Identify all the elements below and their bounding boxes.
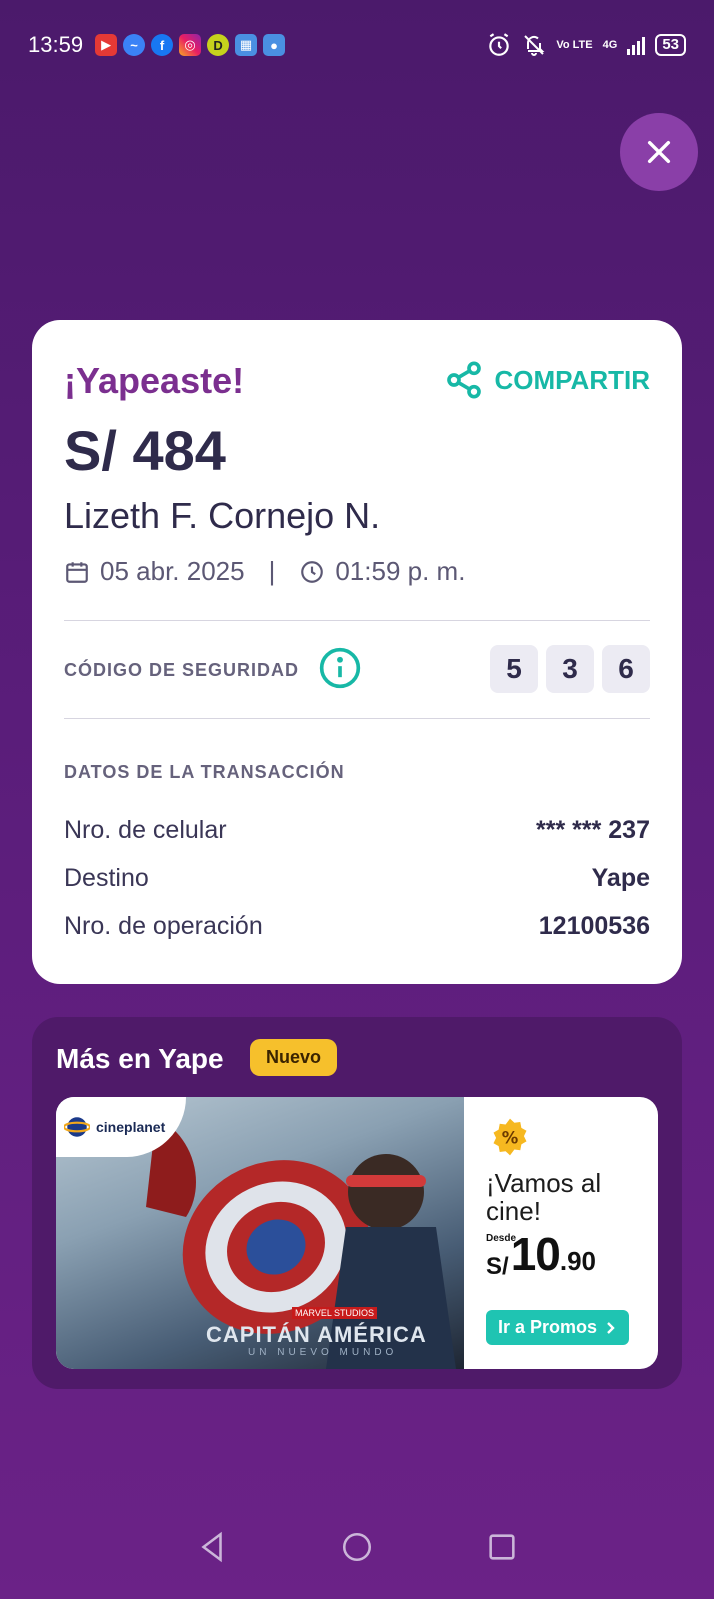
signal-icon [627,35,646,55]
detail-label: Nro. de operación [64,912,263,940]
receipt-card: ¡Yapeaste! COMPARTIR S/ 484 Lizeth F. Co… [32,320,682,984]
security-digit: 5 [490,645,538,693]
transaction-time: 01:59 p. m. [335,556,466,586]
info-icon[interactable] [318,646,362,695]
security-code: 5 3 6 [490,645,650,693]
close-icon [647,140,671,164]
divider [64,620,650,621]
cineplanet-icon [64,1117,90,1137]
home-icon[interactable] [340,1530,374,1564]
go-to-promos-button[interactable]: Ir a Promos [486,1310,630,1345]
price-decimal: .90 [559,1246,597,1276]
detail-value: Yape [591,864,650,892]
detail-label: Nro. de celular [64,816,227,844]
promo-content: % ¡Vamos al cine! Desde S/ 10 .90 Ir a P… [464,1097,658,1369]
youtube-icon: ▶ [95,34,118,56]
transaction-data-title: DATOS DE LA TRANSACCIÓN [64,762,345,782]
back-icon[interactable] [195,1530,229,1564]
maps-icon: ● [263,34,286,56]
chevron-right-icon [607,1321,615,1334]
detail-row-destination: Destino Yape [64,864,650,893]
price-prefix: Desde [486,1233,517,1244]
amount: S/ 484 [64,419,226,482]
detail-value: *** *** 237 [536,816,650,844]
promo-headline: ¡Vamos al cine! [486,1168,602,1226]
recipient-name: Lizeth F. Cornejo N. [64,495,381,536]
security-code-label: CÓDIGO DE SEGURIDAD [64,660,300,680]
close-button[interactable] [620,113,698,191]
status-right: Vo LTE 4G 53 [486,32,686,58]
security-digit: 6 [602,645,650,693]
promo-banner[interactable]: cineplanet MARVEL STUDIOS CAPITÁN AMÉRIC… [56,1097,658,1369]
d-app-icon: D [207,34,230,56]
alarm-icon [489,33,510,56]
calendar-icon [66,561,88,583]
section-title: Más en Yape [56,1043,224,1074]
new-badge: Nuevo [250,1039,338,1076]
network-type: 4G [602,39,618,51]
security-digit: 3 [546,645,594,693]
price-integer: 10 [510,1228,561,1280]
status-left: 13:59 ▶ ~ f ◎ D ▦ ● [28,32,286,58]
promo-button-label: Ir a Promos [498,1317,598,1337]
calendar-app-icon: ▦ [235,34,258,56]
bell-off-icon [524,35,545,56]
detail-label: Destino [64,864,149,892]
status-time: 13:59 [28,32,84,57]
transaction-date: 05 abr. 2025 [100,556,245,586]
movie-title: CAPITÁN AMÉRICA [206,1322,427,1347]
promo-price: Desde S/ 10 .90 [486,1227,596,1281]
receipt-header: ¡Yapeaste! COMPARTIR [64,360,650,401]
facebook-icon: f [151,34,174,56]
movie-subtitle: UN NUEVO MUNDO [248,1347,398,1358]
detail-value: 12100536 [538,912,650,940]
divider [64,718,650,719]
date-time-separator: | [268,556,276,586]
clock-icon [301,560,324,583]
more-in-yape-section: Más en Yape Nuevo cineplanet MARVEL STUD… [32,1017,682,1389]
svg-text:%: % [502,1128,519,1147]
system-nav-bar [0,1520,714,1599]
share-label: COMPARTIR [494,364,650,395]
volte-indicator: Vo LTE [556,39,593,51]
brand-name: cineplanet [96,1119,166,1135]
share-icon [447,361,482,399]
recents-icon[interactable] [485,1530,519,1564]
price-currency: S/ [486,1253,509,1280]
transaction-datetime: 05 abr. 2025 | 01:59 p. m. [64,556,465,587]
instagram-icon: ◎ [179,34,202,56]
discount-icon: % [488,1115,532,1164]
marvel-studios-logo: MARVEL STUDIOS [292,1307,378,1319]
detail-row-operation: Nro. de operación 12100536 [64,912,650,941]
messenger-icon: ~ [123,34,146,56]
battery-indicator: 53 [655,34,686,56]
detail-row-phone: Nro. de celular *** *** 237 [64,816,650,845]
share-button[interactable]: COMPARTIR [444,360,650,400]
receipt-title: ¡Yapeaste! [64,360,245,401]
movie-poster-image: cineplanet MARVEL STUDIOS CAPITÁN AMÉRIC… [56,1097,464,1369]
status-bar: 13:59 ▶ ~ f ◎ D ▦ ● Vo LTE 4G 53 [0,0,714,90]
